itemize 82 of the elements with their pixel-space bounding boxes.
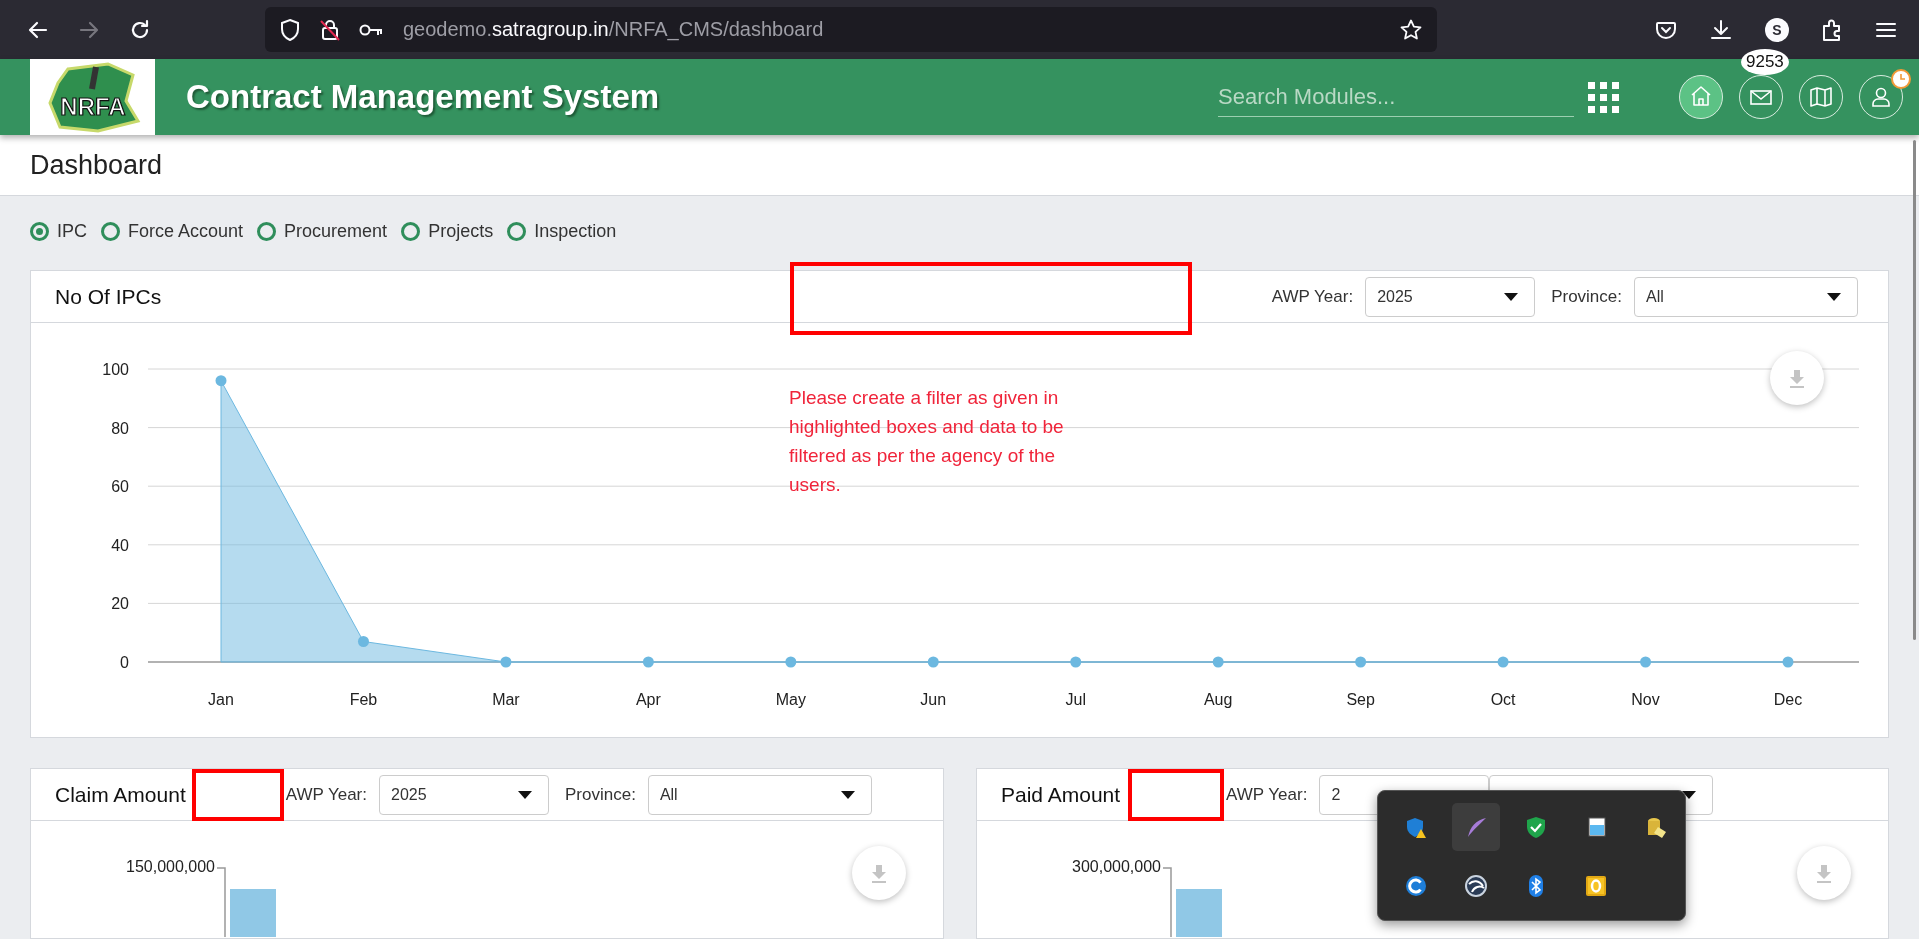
card-title: Paid Amount xyxy=(1001,782,1121,807)
year-dropdown[interactable]: 2025 xyxy=(379,774,549,815)
y-axis-label: 300,000,000 xyxy=(1071,858,1161,876)
logo-text: NRFA xyxy=(59,93,126,120)
y-axis-label: 60 xyxy=(111,478,129,496)
shield-warning-icon xyxy=(1404,815,1428,839)
caret-down-icon xyxy=(518,790,532,799)
y-axis-label: 40 xyxy=(111,536,129,554)
x-axis-label: Mar xyxy=(492,691,520,708)
data-point xyxy=(1070,656,1082,668)
download-icon[interactable] xyxy=(1709,17,1733,42)
bar-chart-drawing xyxy=(1163,867,1223,937)
key-icon xyxy=(359,22,383,37)
x-axis-label: Aug xyxy=(1203,691,1233,708)
filter-label: AWP Year: xyxy=(1226,784,1308,805)
province-dropdown[interactable]: All xyxy=(647,774,872,815)
x-axis-label: Dec xyxy=(1773,691,1803,708)
app-grid-icon[interactable] xyxy=(1588,81,1619,113)
profile-avatar[interactable]: S xyxy=(1765,17,1789,42)
x-axis-label: Feb xyxy=(349,691,378,708)
y-axis-label: 20 xyxy=(111,595,129,613)
x-axis-label: May xyxy=(775,691,806,708)
scrollbar-thumb[interactable] xyxy=(1913,140,1916,640)
data-point xyxy=(642,656,654,668)
y-axis-label: 80 xyxy=(111,419,129,437)
filter-label: Province: xyxy=(1551,286,1622,307)
province-dropdown[interactable]: All xyxy=(1634,276,1858,317)
year-dropdown[interactable]: 2025 xyxy=(1365,276,1536,317)
y-axis-label: 100 xyxy=(102,361,129,378)
star-icon[interactable] xyxy=(1399,17,1423,42)
data-point xyxy=(357,636,369,647)
module-radio[interactable]: Projects xyxy=(401,221,494,242)
office-icon xyxy=(1584,874,1608,898)
download-icon xyxy=(869,863,889,883)
shield-check-icon xyxy=(1524,815,1548,839)
filter-label: AWP Year: xyxy=(285,784,367,805)
module-radio[interactable]: IPC xyxy=(30,221,87,242)
annotation-note: Please create a filter as given in highlighted boxes and data to be filtered as per the agency of the users. xyxy=(789,386,1065,497)
data-point xyxy=(500,656,512,668)
x-axis-label: Nov xyxy=(1631,691,1660,708)
caret-down-icon xyxy=(1827,292,1841,301)
data-point xyxy=(215,375,227,387)
puzzle-icon[interactable] xyxy=(1821,17,1843,42)
y-axis-label: 0 xyxy=(120,654,129,671)
notification-count: 9253 xyxy=(1741,49,1789,75)
download-icon xyxy=(1814,863,1834,883)
url-text: geodemo.satragroup.in/NRFA_CMS/dashboard xyxy=(403,18,824,41)
globe-icon xyxy=(1464,874,1488,898)
page-title: Dashboard xyxy=(0,135,1919,196)
caret-down-icon xyxy=(840,790,855,799)
card-title: Claim Amount xyxy=(55,782,186,807)
bar-chart-drawing xyxy=(217,867,277,937)
x-axis-label: Jan xyxy=(208,691,234,708)
menu-icon[interactable] xyxy=(1875,20,1897,39)
x-axis-label: Jun xyxy=(920,691,947,708)
address-bar[interactable]: geodemo.satragroup.in/NRFA_CMS/dashboard xyxy=(265,7,1437,52)
module-radio[interactable]: Force Account xyxy=(101,221,244,242)
data-point xyxy=(1640,656,1652,668)
search-field[interactable]: Search Modules... xyxy=(1218,77,1574,117)
x-axis-label: Apr xyxy=(635,691,661,708)
filter-label: Province: xyxy=(565,784,636,805)
home-button[interactable] xyxy=(1679,75,1723,119)
data-point xyxy=(1782,656,1794,668)
data-point xyxy=(785,656,797,668)
card-title: No Of IPCs xyxy=(55,284,162,309)
module-radio[interactable]: Procurement xyxy=(257,221,388,242)
shield-icon xyxy=(279,17,301,42)
filter-label: AWP Year: xyxy=(1271,286,1354,307)
lock-slash-icon xyxy=(319,17,341,42)
x-axis-label: Jul xyxy=(1065,691,1086,708)
x-axis-label: Oct xyxy=(1490,691,1516,708)
data-point xyxy=(1497,656,1509,668)
download-icon xyxy=(1787,368,1807,388)
y-axis-label: 150,000,000 xyxy=(125,858,215,876)
caret-down-icon xyxy=(1682,790,1697,799)
app-title: Contract Management System xyxy=(186,78,660,116)
x-axis-label: Sep xyxy=(1346,691,1375,708)
caret-down-icon xyxy=(1504,292,1519,301)
module-radio[interactable]: Inspection xyxy=(507,221,617,242)
data-point xyxy=(927,656,939,668)
data-point xyxy=(1212,656,1224,668)
data-point xyxy=(1355,656,1367,668)
